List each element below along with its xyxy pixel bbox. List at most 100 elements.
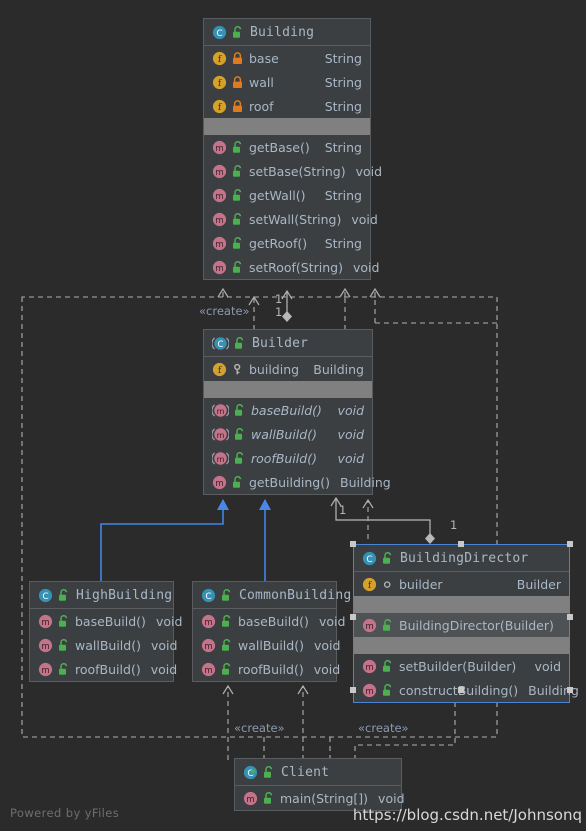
member-name: roofBuild() <box>75 661 141 677</box>
member-name: wallBuild() <box>75 637 141 653</box>
method-icon: m <box>212 236 227 251</box>
abstract-class-icon: C <box>212 336 229 351</box>
class-header-client: C Client <box>235 759 401 786</box>
class-name-high-building: HighBuilding <box>76 587 173 603</box>
multiplicity-director-builder-src: 1 <box>450 518 458 532</box>
member-row[interactable]: m baseBuild() void <box>193 609 345 633</box>
method-icon: m <box>362 683 377 698</box>
member-name: baseBuild() <box>75 613 146 629</box>
svg-text:m: m <box>204 618 212 628</box>
member-row[interactable]: f building Building <box>204 357 372 381</box>
class-icon: C <box>38 588 53 603</box>
member-name: BuildingDirector(Builder) <box>399 617 554 633</box>
unlock-icon <box>221 588 232 602</box>
class-name-common-building: CommonBuilding <box>239 587 352 603</box>
method-icon: m <box>38 638 53 653</box>
member-row[interactable]: m baseBuild() void <box>204 398 372 422</box>
resize-handle-ne[interactable] <box>567 541 573 547</box>
method-icon: m <box>212 475 227 490</box>
svg-text:m: m <box>215 216 223 226</box>
class-header-building-director: C BuildingDirector <box>354 545 569 572</box>
member-row[interactable]: m wallBuild() void <box>193 633 340 657</box>
resize-handle-e[interactable] <box>567 614 573 620</box>
unlock-icon <box>232 236 243 250</box>
member-type: void <box>313 637 341 653</box>
member-row[interactable]: f wall String <box>204 70 370 94</box>
member-row[interactable]: m setRoof(String) void <box>204 255 379 279</box>
member-row[interactable]: m BuildingDirector(Builder) <box>354 613 569 637</box>
resize-handle-nw[interactable] <box>350 541 356 547</box>
class-box-building-director[interactable]: C BuildingDirector f builder Builder m B… <box>353 544 579 703</box>
svg-text:m: m <box>365 622 373 632</box>
class-box-builder[interactable]: C Builder f building Building m baseBuil… <box>203 329 391 495</box>
field-section-builder: f building Building <box>204 357 372 381</box>
class-name-building-director: BuildingDirector <box>400 550 529 566</box>
member-type: String <box>324 235 362 251</box>
class-header-high-building: C HighBuilding <box>30 582 173 609</box>
method-icon: m <box>212 260 227 275</box>
constructor-section-building-director: m BuildingDirector(Builder) <box>354 613 569 637</box>
lock-icon <box>232 51 243 65</box>
member-type: String <box>324 98 362 114</box>
svg-text:C: C <box>218 340 224 350</box>
abstract-method-icon: m <box>212 451 229 466</box>
method-icon: m <box>362 659 377 674</box>
diagram-canvas: «create» «create» «create» 1 1 1 1 C Bui… <box>0 0 586 831</box>
class-name-client: Client <box>281 764 330 780</box>
member-name: wallBuild() <box>251 426 317 442</box>
unlock-icon <box>234 451 245 465</box>
member-type: void <box>534 658 561 674</box>
svg-text:m: m <box>41 642 49 652</box>
edge-label-create-bottom-left: «create» <box>234 721 285 735</box>
svg-text:m: m <box>246 795 254 805</box>
class-box-high-building[interactable]: C HighBuilding m baseBuild() void m wall… <box>29 581 182 682</box>
member-type: Builder <box>516 576 561 592</box>
unlock-icon <box>232 475 243 489</box>
member-name: setWall(String) <box>249 211 342 227</box>
class-box-common-building[interactable]: C CommonBuilding m baseBuild() void m wa… <box>192 581 351 682</box>
member-name: main(String[]) <box>280 790 369 806</box>
class-box-building[interactable]: C Building f base String f wall String f… <box>203 18 382 280</box>
member-row[interactable]: f base String <box>204 46 370 70</box>
member-row[interactable]: m roofBuild() void <box>204 446 372 470</box>
member-row[interactable]: f builder Builder <box>354 572 569 596</box>
member-name: getBase() <box>249 139 310 155</box>
method-icon: m <box>212 164 227 179</box>
member-row[interactable]: m roofBuild() void <box>30 657 177 681</box>
resize-handle-w[interactable] <box>350 614 356 620</box>
svg-text:C: C <box>216 29 222 39</box>
member-row[interactable]: m roofBuild() void <box>193 657 340 681</box>
class-icon: C <box>362 551 377 566</box>
member-name: getWall() <box>249 187 306 203</box>
member-type: Building <box>313 361 364 377</box>
member-row[interactable]: m getBuilding() Building <box>204 470 391 494</box>
resize-handle-sw[interactable] <box>350 687 356 693</box>
member-row[interactable]: m setBase(String) void <box>204 159 382 183</box>
method-icon: m <box>201 614 216 629</box>
unlock-icon <box>263 765 274 779</box>
member-row[interactable]: m getBase() String <box>204 135 370 159</box>
yfiles-watermark: Powered by yFiles <box>10 806 120 820</box>
member-name: roofBuild() <box>251 450 317 466</box>
member-row[interactable]: m setWall(String) void <box>204 207 378 231</box>
class-icon: C <box>212 25 227 40</box>
member-row[interactable]: m getRoof() String <box>204 231 370 255</box>
class-box-client[interactable]: C Client m main(String[]) void <box>234 758 405 811</box>
method-section-building-director: m setBuilder(Builder) void m Building <box>354 654 579 702</box>
resize-handle-se[interactable] <box>567 687 573 693</box>
member-row[interactable]: m getWall() String <box>204 183 370 207</box>
resize-handle-n[interactable] <box>458 541 464 547</box>
class-header-builder: C Builder <box>204 330 372 357</box>
member-row[interactable]: m wallBuild() void <box>30 633 177 657</box>
resize-handle-s[interactable] <box>458 687 464 693</box>
member-row[interactable]: m baseBuild() void <box>30 609 182 633</box>
method-icon: m <box>212 140 227 155</box>
member-row[interactable]: m setBuilder(Builder) void <box>354 654 569 678</box>
lock-icon <box>232 99 243 113</box>
member-name: builder <box>399 576 443 592</box>
member-name: building <box>249 361 300 377</box>
member-row[interactable]: f roof String <box>204 94 370 118</box>
blog-url-watermark: https://blog.csdn.net/Johnsonq <box>352 806 582 824</box>
method-icon: m <box>243 791 258 806</box>
member-row[interactable]: m wallBuild() void <box>204 422 372 446</box>
